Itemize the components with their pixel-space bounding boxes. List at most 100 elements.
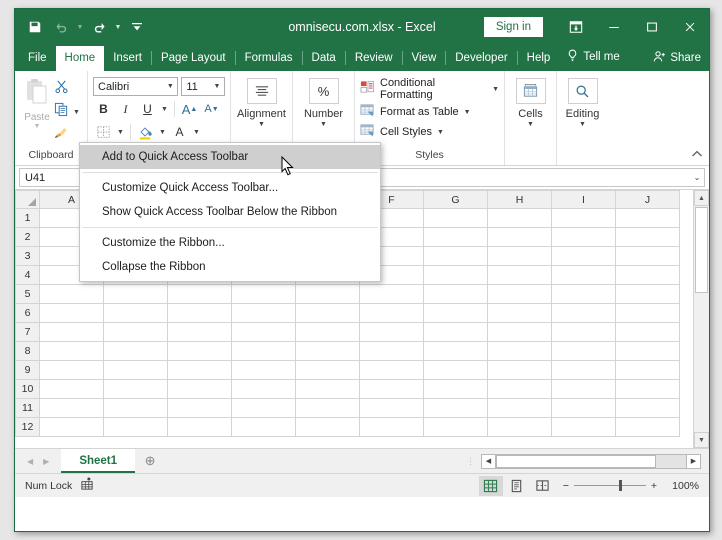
- vertical-scrollbar[interactable]: ▲ ▼: [693, 190, 709, 448]
- menu-item-collapse-the-ribbon[interactable]: Collapse the Ribbon: [80, 255, 380, 279]
- cell[interactable]: [423, 265, 488, 285]
- cell[interactable]: [551, 246, 616, 266]
- underline-dropdown-icon[interactable]: ▼: [159, 106, 170, 113]
- cell[interactable]: [295, 284, 360, 304]
- row-header[interactable]: 11: [15, 398, 40, 418]
- italic-button[interactable]: I: [115, 99, 136, 119]
- menu-item-customize-quick-access-toolbar[interactable]: Customize Quick Access Toolbar...: [80, 176, 380, 200]
- cell[interactable]: [615, 227, 680, 247]
- cell[interactable]: [295, 341, 360, 361]
- cell[interactable]: [103, 360, 168, 380]
- close-icon[interactable]: [671, 9, 709, 45]
- font-name-dropdown-icon[interactable]: ▼: [163, 83, 177, 90]
- cell[interactable]: [423, 284, 488, 304]
- conditional-formatting-dropdown-icon[interactable]: ▼: [492, 86, 499, 93]
- font-color-dropdown-icon[interactable]: ▼: [191, 129, 202, 136]
- format-as-table-dropdown-icon[interactable]: ▼: [464, 109, 471, 116]
- chevron-down-icon[interactable]: ⌄: [690, 173, 704, 182]
- conditional-formatting-button[interactable]: Conditional Formatting ▼: [360, 77, 499, 101]
- copy-dropdown-icon[interactable]: ▼: [71, 109, 82, 116]
- column-header-i[interactable]: I: [551, 190, 616, 209]
- fill-color-dropdown-icon[interactable]: ▼: [157, 129, 168, 136]
- cell[interactable]: [359, 379, 424, 399]
- cell[interactable]: [103, 398, 168, 418]
- borders-icon[interactable]: [93, 122, 114, 142]
- cell[interactable]: [551, 379, 616, 399]
- format-painter-button[interactable]: [54, 125, 82, 145]
- paste-button[interactable]: Paste ▼: [20, 75, 54, 149]
- row-header[interactable]: 10: [15, 379, 40, 399]
- bold-button[interactable]: B: [93, 99, 114, 119]
- sheet-tab-sheet1[interactable]: Sheet1: [61, 449, 136, 473]
- cell[interactable]: [167, 341, 232, 361]
- previous-sheet-icon[interactable]: ◀: [27, 457, 33, 466]
- cell[interactable]: [295, 417, 360, 437]
- share-button[interactable]: Share: [653, 50, 701, 66]
- row-header[interactable]: 2: [15, 227, 40, 247]
- sign-in-button[interactable]: Sign in: [483, 17, 543, 37]
- scroll-left-button[interactable]: ◀: [481, 453, 496, 469]
- cell[interactable]: [423, 360, 488, 380]
- tell-me-search[interactable]: Tell me: [559, 44, 627, 71]
- cell[interactable]: [487, 265, 552, 285]
- column-header-h[interactable]: H: [487, 190, 552, 209]
- customize-quick-access-toolbar-icon[interactable]: [125, 15, 149, 39]
- cell[interactable]: [551, 322, 616, 342]
- cell[interactable]: [39, 303, 104, 323]
- cell[interactable]: [359, 303, 424, 323]
- tab-file[interactable]: File: [19, 46, 56, 71]
- underline-button[interactable]: U: [137, 99, 158, 119]
- tab-formulas[interactable]: Formulas: [236, 46, 302, 71]
- cell[interactable]: [231, 360, 296, 380]
- row-header[interactable]: 7: [15, 322, 40, 342]
- row-header[interactable]: 4: [15, 265, 40, 285]
- scroll-up-button[interactable]: ▲: [694, 190, 709, 206]
- row-header[interactable]: 12: [15, 417, 40, 437]
- minimize-icon[interactable]: [595, 9, 633, 45]
- cell[interactable]: [295, 360, 360, 380]
- cell[interactable]: [615, 379, 680, 399]
- cell[interactable]: [167, 284, 232, 304]
- fill-color-icon[interactable]: [135, 122, 156, 142]
- row-header[interactable]: 5: [15, 284, 40, 304]
- number-dropdown-icon[interactable]: ▼: [320, 121, 327, 128]
- tab-review[interactable]: Review: [346, 46, 402, 71]
- cell[interactable]: [423, 398, 488, 418]
- cell[interactable]: [103, 341, 168, 361]
- cell[interactable]: [103, 379, 168, 399]
- column-header-j[interactable]: J: [615, 190, 680, 209]
- redo-icon[interactable]: [87, 15, 111, 39]
- cell[interactable]: [359, 341, 424, 361]
- borders-dropdown-icon[interactable]: ▼: [115, 129, 126, 136]
- cell[interactable]: [487, 227, 552, 247]
- font-color-button[interactable]: A: [169, 122, 190, 142]
- page-layout-icon[interactable]: [505, 476, 529, 496]
- tab-page-layout[interactable]: Page Layout: [152, 46, 235, 71]
- cell[interactable]: [39, 341, 104, 361]
- add-sheet-icon[interactable]: ⊕: [135, 453, 165, 469]
- cell[interactable]: [103, 417, 168, 437]
- cell[interactable]: [615, 265, 680, 285]
- cell[interactable]: [231, 284, 296, 304]
- row-header[interactable]: 8: [15, 341, 40, 361]
- cell[interactable]: [551, 208, 616, 228]
- cell[interactable]: [231, 303, 296, 323]
- cell[interactable]: [359, 360, 424, 380]
- cell[interactable]: [551, 341, 616, 361]
- row-header[interactable]: 6: [15, 303, 40, 323]
- horizontal-scrollbar-thumb[interactable]: [496, 454, 656, 468]
- font-size-input[interactable]: 11 ▼: [181, 77, 225, 96]
- page-break-icon[interactable]: [531, 476, 555, 496]
- cell[interactable]: [39, 322, 104, 342]
- cell[interactable]: [615, 417, 680, 437]
- column-header-g[interactable]: G: [423, 190, 488, 209]
- cell[interactable]: [615, 246, 680, 266]
- undo-dropdown-icon[interactable]: ▼: [75, 15, 85, 39]
- zoom-out-button[interactable]: −: [563, 480, 569, 492]
- cell[interactable]: [487, 284, 552, 304]
- menu-item-customize-the-ribbon[interactable]: Customize the Ribbon...: [80, 231, 380, 255]
- menu-item-show-quick-access-toolbar-below-ribbon[interactable]: Show Quick Access Toolbar Below the Ribb…: [80, 200, 380, 224]
- cell[interactable]: [615, 360, 680, 380]
- cell[interactable]: [167, 360, 232, 380]
- cell[interactable]: [231, 398, 296, 418]
